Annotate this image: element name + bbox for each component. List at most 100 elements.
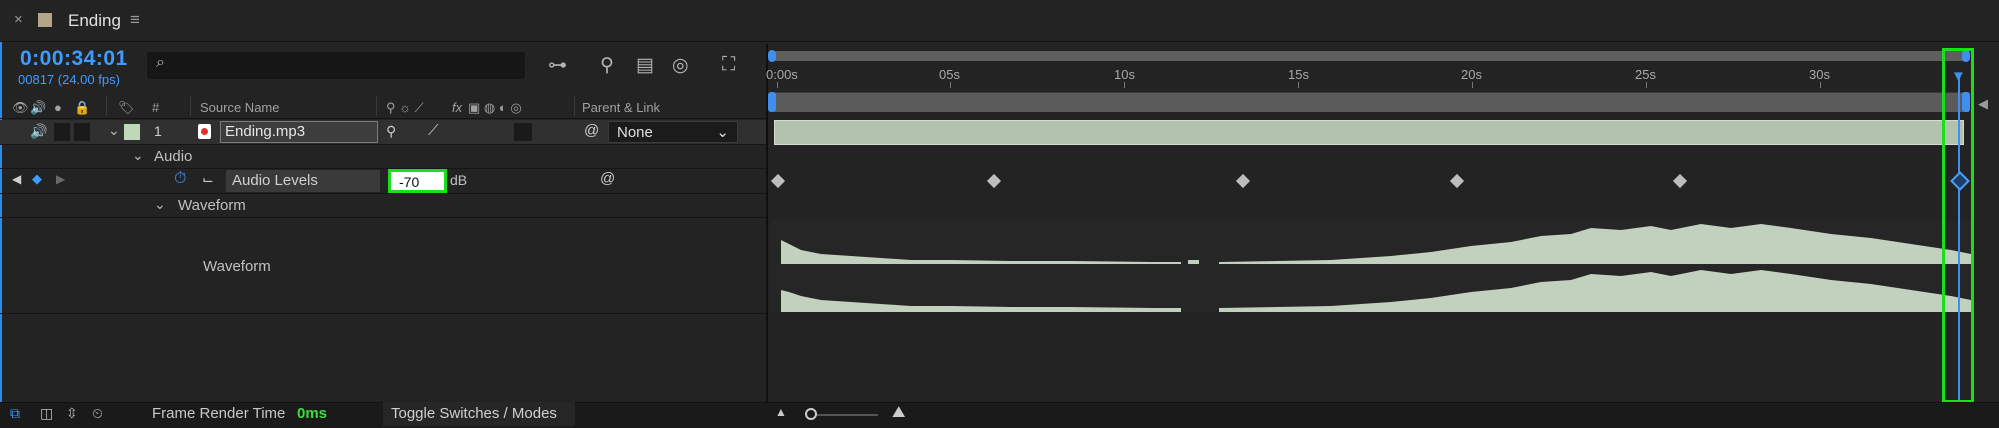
waveform-display: [771, 220, 1971, 312]
ruler-tick: [1298, 82, 1299, 88]
switches-icons: ⚲ ☼ ⟋: [386, 100, 424, 115]
column-parent-link[interactable]: Parent & Link: [582, 100, 660, 115]
keyframe[interactable]: [770, 173, 786, 189]
audio-levels-value-field[interactable]: -70: [388, 169, 447, 193]
keyframe-row: [770, 170, 1971, 192]
audio-levels-unit: dB: [450, 172, 468, 188]
zoom-in-icon[interactable]: ⛰: [892, 404, 905, 422]
layer-duration-bar[interactable]: [774, 120, 1964, 145]
chevron-down-icon[interactable]: ⌄: [108, 122, 120, 139]
graph-editor-icon[interactable]: ⛶: [722, 54, 735, 76]
audio-icon[interactable]: 🔊: [30, 100, 46, 116]
chevron-down-icon[interactable]: ⌄: [154, 196, 166, 213]
column-header: 👁 🔊 ● 🔒 🏷 # Source Name ⚲ ☼ ⟋ fx ▣ ◍ ◐ ◎…: [0, 95, 768, 119]
composition-flowchart-icon[interactable]: ⊶: [548, 54, 567, 77]
navigator-start-handle[interactable]: [768, 50, 776, 62]
expand-transfer-icon[interactable]: ◫: [40, 405, 53, 422]
audio-levels-row[interactable]: [0, 169, 768, 194]
menu-icon[interactable]: ≡: [130, 10, 140, 30]
tab-bar: [0, 0, 1999, 42]
solo-toggle[interactable]: [54, 123, 70, 141]
zoom-out-icon[interactable]: ▲: [775, 405, 787, 419]
waveform-group-label: Waveform: [178, 197, 246, 214]
layer-name-field[interactable]: Ending.mp3: [220, 121, 378, 143]
ruler-tick: [950, 82, 951, 88]
ruler-tick-label: 20s: [1461, 67, 1482, 82]
audio-group-row[interactable]: [0, 145, 768, 169]
expand-layers-icon[interactable]: ⧉: [10, 405, 20, 422]
time-navigator[interactable]: [771, 51, 1969, 61]
column-source-name[interactable]: Source Name: [200, 100, 279, 115]
graph-icon[interactable]: ⌙: [202, 171, 214, 188]
label-color-swatch[interactable]: [124, 124, 140, 140]
waveform-group-row[interactable]: [0, 194, 768, 218]
ruler-tick-label: 30s: [1809, 67, 1830, 82]
ruler-tick: [1472, 82, 1473, 88]
layer-end-marker-icon: ◀: [1978, 96, 1988, 111]
header-separator: [106, 96, 107, 116]
close-icon[interactable]: ×: [14, 11, 23, 28]
work-area-bar[interactable]: [771, 92, 1969, 112]
draft-3d-icon[interactable]: ⚲: [600, 54, 614, 77]
label-icon[interactable]: 🏷: [118, 100, 135, 116]
adjustment-switch[interactable]: [514, 123, 532, 141]
next-keyframe-icon[interactable]: ▶: [56, 172, 65, 186]
header-separator: [190, 96, 191, 116]
expand-time-icon[interactable]: ⇳: [66, 405, 78, 422]
pickwhip-icon[interactable]: @: [600, 170, 615, 187]
search-icon[interactable]: ⌕: [156, 54, 165, 72]
ruler-tick: [1124, 82, 1125, 88]
ruler-tick: [1820, 82, 1821, 88]
chevron-down-icon[interactable]: ⌄: [132, 147, 144, 164]
ruler-tick-label: 25s: [1635, 67, 1656, 82]
parent-select[interactable]: None ⌄: [608, 121, 738, 143]
render-time-icon[interactable]: ⏲: [92, 405, 103, 422]
ruler-tick: [777, 82, 778, 88]
keyframe[interactable]: [986, 173, 1002, 189]
stopwatch-icon[interactable]: ⏱: [174, 170, 186, 188]
audio-levels-label: Audio Levels: [226, 170, 380, 192]
chevron-down-icon: ⌄: [716, 124, 729, 141]
highlight-box: [1942, 48, 1974, 403]
pickwhip-icon[interactable]: @: [584, 122, 599, 139]
waveform-row: [0, 218, 768, 314]
eye-icon[interactable]: 👁: [12, 100, 29, 116]
quality-switch-icon[interactable]: ⟋: [428, 122, 439, 139]
frame-render-time-value: 0ms: [297, 405, 328, 422]
ruler-tick-label: 10s: [1114, 67, 1135, 82]
ruler-tick-label: 0:00s: [766, 67, 798, 82]
header-separator: [376, 96, 377, 116]
lock-icon[interactable]: 🔒: [74, 100, 90, 116]
shy-switch-icon[interactable]: ⚲: [386, 123, 396, 140]
fx-column: fx: [452, 100, 463, 115]
solo-icon[interactable]: ●: [54, 100, 62, 115]
current-time-display[interactable]: 0:00:34:01: [20, 47, 128, 71]
ruler-tick-label: 05s: [939, 67, 960, 82]
zoom-slider-track[interactable]: [810, 414, 878, 416]
prev-keyframe-icon[interactable]: ◀: [12, 172, 21, 186]
waveform-graphic: [781, 224, 1971, 312]
comp-color-swatch: [38, 13, 52, 27]
work-area-start-handle[interactable]: [768, 92, 776, 112]
frame-blending-icon[interactable]: ◎: [672, 54, 689, 77]
frame-count: 00817 (24.00 fps): [18, 72, 120, 87]
layer-number: 1: [154, 123, 162, 139]
frame-render-time-label: Frame Render Time: [152, 405, 286, 422]
keyframe[interactable]: [1449, 173, 1465, 189]
lock-toggle[interactable]: [74, 123, 90, 141]
ruler-tick-label: 15s: [1288, 67, 1309, 82]
keyframe[interactable]: [1235, 173, 1251, 189]
search-input[interactable]: [147, 52, 525, 79]
shy-layers-icon[interactable]: ▤: [636, 54, 654, 77]
header-separator: [574, 96, 575, 116]
keyframe[interactable]: [1672, 173, 1688, 189]
zoom-slider-thumb[interactable]: [805, 408, 817, 420]
audio-group-label: Audio: [154, 148, 193, 165]
keyframe-toggle-icon[interactable]: ◆: [32, 171, 42, 187]
toggle-switches-modes-button[interactable]: Toggle Switches / Modes: [383, 402, 575, 426]
tab-title[interactable]: Ending: [68, 11, 121, 31]
ruler-tick: [1646, 82, 1647, 88]
audio-file-icon: [198, 124, 211, 139]
column-number: #: [152, 100, 160, 115]
audio-toggle-icon[interactable]: 🔊: [30, 123, 47, 140]
